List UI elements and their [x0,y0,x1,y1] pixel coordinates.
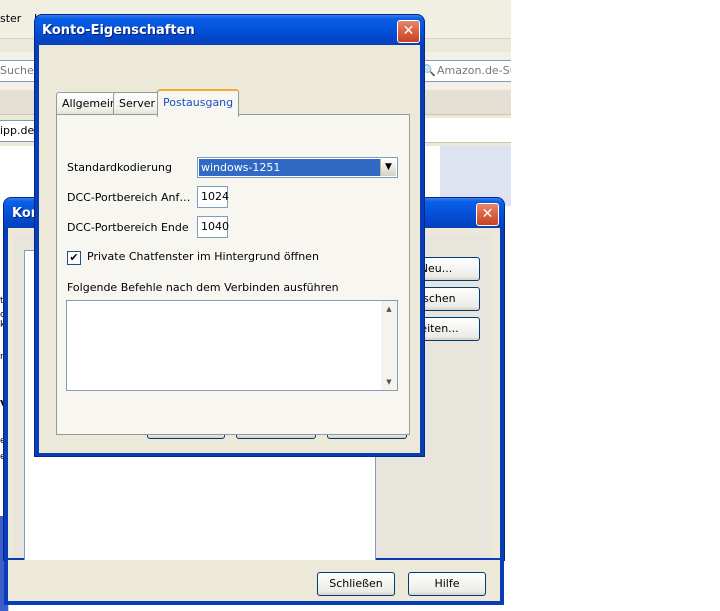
page-text-fragment: t [0,296,4,306]
back-dialog-bottom-frame: Schließen Hilfe [4,560,504,605]
commands-label: Folgende Befehle nach dem Verbinden ausf… [67,281,339,294]
chevron-down-icon[interactable]: ▼ [380,159,396,176]
encoding-value: windows-1251 [199,159,381,176]
encoding-select[interactable]: windows-1251 ▼ [197,157,398,178]
tab-server[interactable]: Server [113,92,162,115]
close-dialog-button[interactable]: Schließen [317,572,395,596]
address-bar-fragment[interactable]: ipp.de/ [0,120,35,142]
tab-panel-postausgang: Standardkodierung windows-1251 ▼ DCC-Por… [56,114,410,435]
dialog-body: Allgemein Server Postausgang Standardkod… [39,45,420,453]
search-placeholder: Suche [0,64,34,77]
dcc-end-label: DCC-Portbereich Ende [67,221,189,234]
menu-item-fragment[interactable]: ster [0,12,21,25]
dcc-start-label: DCC-Portbereich Anf… [67,191,191,204]
close-icon[interactable]: ✕ [476,203,499,226]
commands-textarea[interactable]: ▲ ▼ [66,300,398,391]
tab-postausgang[interactable]: Postausgang [157,89,240,117]
dcc-start-field[interactable]: 1024 [197,186,229,208]
dialog-titlebar[interactable]: Konto-Eigenschaften ✕ [35,15,424,45]
address-bar-right [424,118,511,143]
encoding-label: Standardkodierung [67,161,173,174]
back-help-button[interactable]: Hilfe [408,572,486,596]
address-text: ipp.de/ [0,124,35,137]
scroll-down-icon[interactable]: ▼ [382,375,396,389]
amazon-search-placeholder: Amazon.de-Su [437,64,511,77]
back-dialog-button-strip: Schließen Hilfe [8,560,500,601]
scroll-up-icon[interactable]: ▲ [382,302,396,316]
private-chat-checkbox[interactable]: ✔ [67,251,81,265]
search-field-fragment[interactable]: Suche [0,60,35,82]
page-banner-fragment [440,146,511,206]
private-chat-label: Private Chatfenster im Hintergrund öffne… [87,250,319,263]
commands-scrollbar[interactable]: ▲ ▼ [381,301,397,390]
dialog-title: Konto-Eigenschaften [42,23,195,38]
close-icon[interactable]: ✕ [397,20,420,43]
account-properties-dialog: Konto-Eigenschaften ✕ Allgemein Server P… [35,15,424,456]
amazon-search-field[interactable]: 🔍Amazon.de-Su [420,60,511,82]
dcc-end-field[interactable]: 1040 [197,216,229,238]
